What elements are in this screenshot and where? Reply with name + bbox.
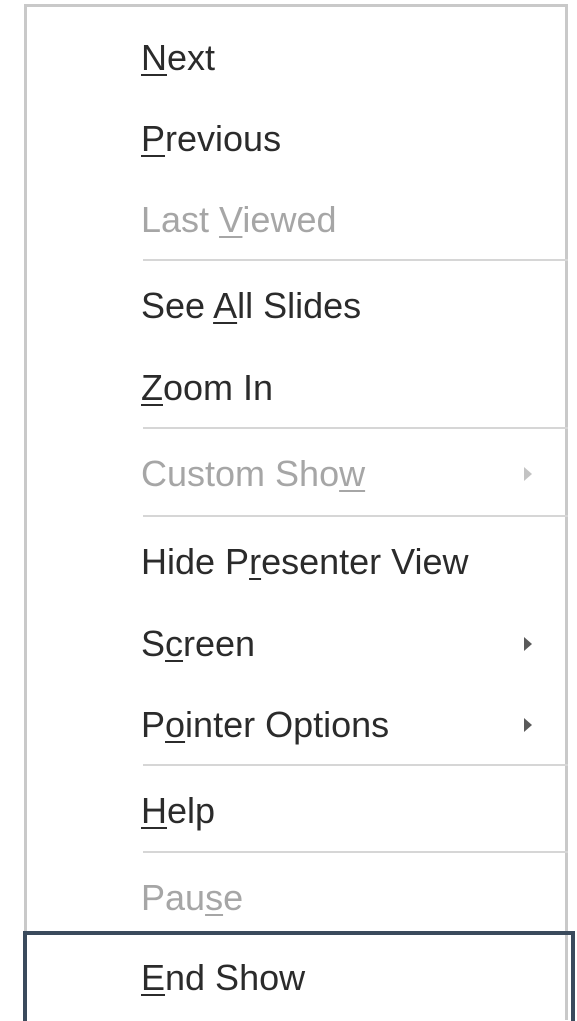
menu-separator — [143, 515, 568, 517]
menu-item-custom-show: Custom Show — [27, 433, 568, 515]
menu-item-see-all-slides[interactable]: See All Slides — [27, 265, 568, 347]
menu-item-label: Zoom In — [141, 367, 274, 408]
submenu-arrow-icon — [524, 637, 532, 651]
menu-item-end-show[interactable]: End Show — [23, 931, 575, 1021]
menu-item-label: Pause — [141, 877, 244, 918]
submenu-arrow-icon — [524, 467, 532, 481]
menu-item-label: Next — [141, 37, 216, 78]
menu-item-label: Previous — [141, 118, 282, 159]
menu-item-previous[interactable]: Previous — [27, 98, 568, 180]
menu-item-label: Screen — [141, 623, 256, 664]
menu-item-help[interactable]: Help — [27, 770, 568, 852]
submenu-arrow-icon — [524, 718, 532, 732]
menu-item-screen[interactable]: Screen — [27, 603, 568, 685]
menu-item-hide-presenter-view[interactable]: Hide Presenter View — [27, 521, 568, 603]
menu-item-label: Pointer Options — [141, 704, 390, 745]
menu-item-label: Last Viewed — [141, 199, 337, 240]
menu-item-pointer-options[interactable]: Pointer Options — [27, 684, 568, 766]
menu-separator — [143, 764, 568, 766]
menu-item-label: End Show — [141, 957, 306, 998]
menu-item-last-viewed: Last Viewed — [27, 179, 568, 261]
menu-separator — [143, 259, 568, 261]
menu-item-next[interactable]: Next — [27, 17, 568, 99]
menu-item-label: Help — [141, 790, 216, 831]
context-menu: Next Previous Last Viewed See All Slides… — [23, 4, 575, 1021]
menu-separator — [143, 427, 568, 429]
menu-item-label: Custom Show — [141, 453, 366, 494]
menu-item-zoom-in[interactable]: Zoom In — [27, 347, 568, 429]
menu-item-label: Hide Presenter View — [141, 541, 469, 582]
menu-separator — [143, 851, 568, 853]
menu-item-label: See All Slides — [141, 285, 362, 326]
menu-item-pause: Pause — [27, 857, 568, 939]
